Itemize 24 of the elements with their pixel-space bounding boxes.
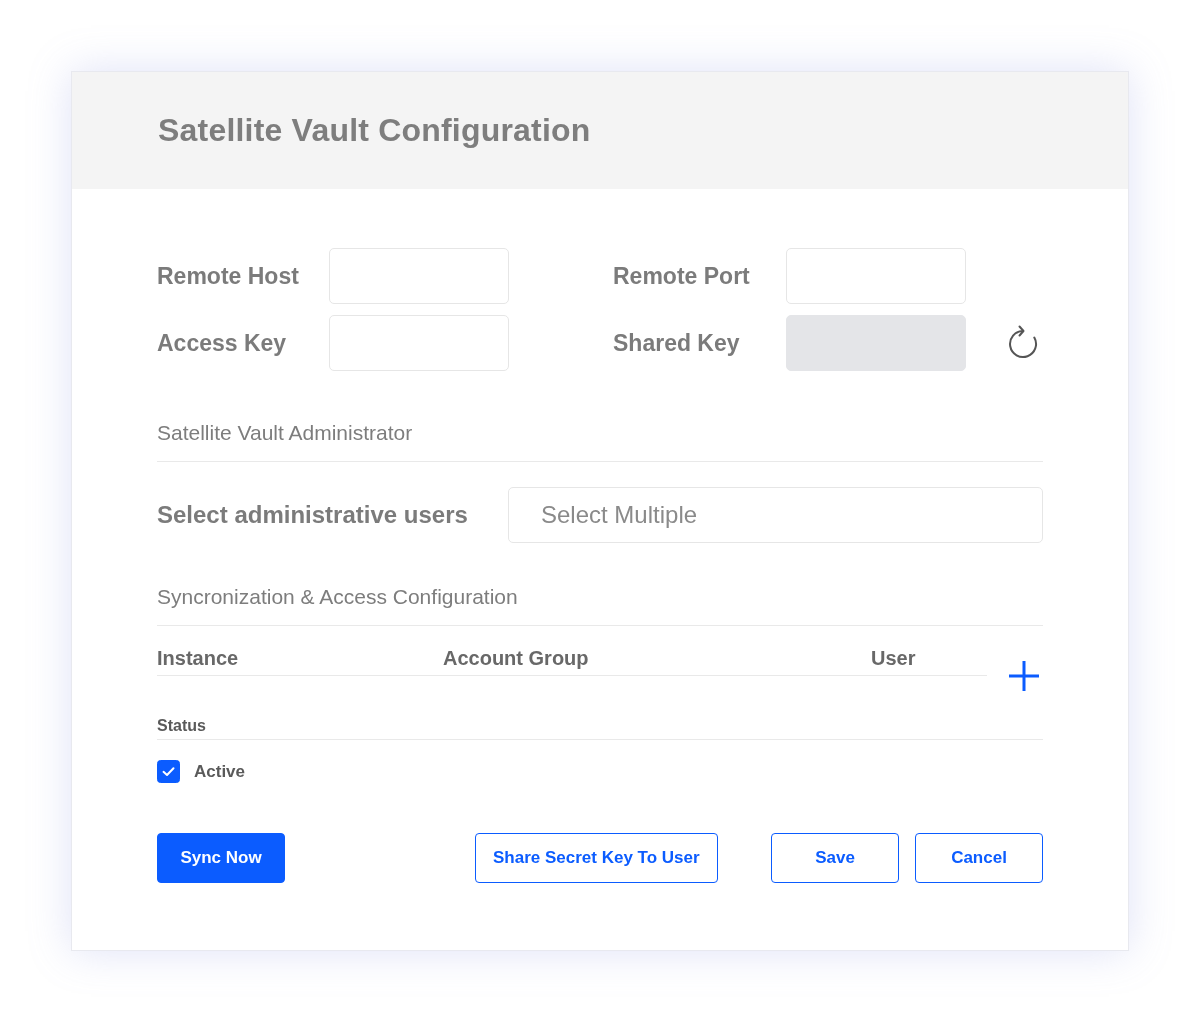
status-label: Status: [157, 717, 206, 734]
section-title: Satellite Vault Administrator: [157, 421, 413, 444]
refresh-icon[interactable]: [1006, 325, 1040, 361]
section-title: Syncronization & Access Configuration: [157, 585, 518, 608]
column-header: User: [871, 646, 916, 670]
plus-icon[interactable]: [1008, 660, 1040, 692]
column-header: Instance: [157, 646, 239, 670]
select-field[interactable]: Select Multiple: [508, 487, 1043, 543]
input-field[interactable]: [329, 248, 509, 304]
field-label: Remote Port: [613, 262, 751, 290]
field-label: Access Key: [157, 329, 288, 357]
outline-button[interactable]: Share Secret Key To User: [475, 833, 718, 883]
field-label: Select administrative users: [157, 501, 469, 529]
column-header: Account Group: [443, 646, 589, 670]
input-field[interactable]: [786, 248, 966, 304]
outline-button[interactable]: Save: [771, 833, 899, 883]
field-label: Remote Host: [157, 262, 300, 290]
field-label: Shared Key: [613, 329, 741, 357]
checkbox-label: Active: [194, 761, 246, 782]
outline-button[interactable]: Cancel: [915, 833, 1043, 883]
input-field[interactable]: [329, 315, 509, 371]
dialog-title: Satellite Vault Configuration: [158, 112, 591, 149]
checkbox[interactable]: [157, 760, 180, 783]
primary-button[interactable]: Sync Now: [157, 833, 285, 883]
